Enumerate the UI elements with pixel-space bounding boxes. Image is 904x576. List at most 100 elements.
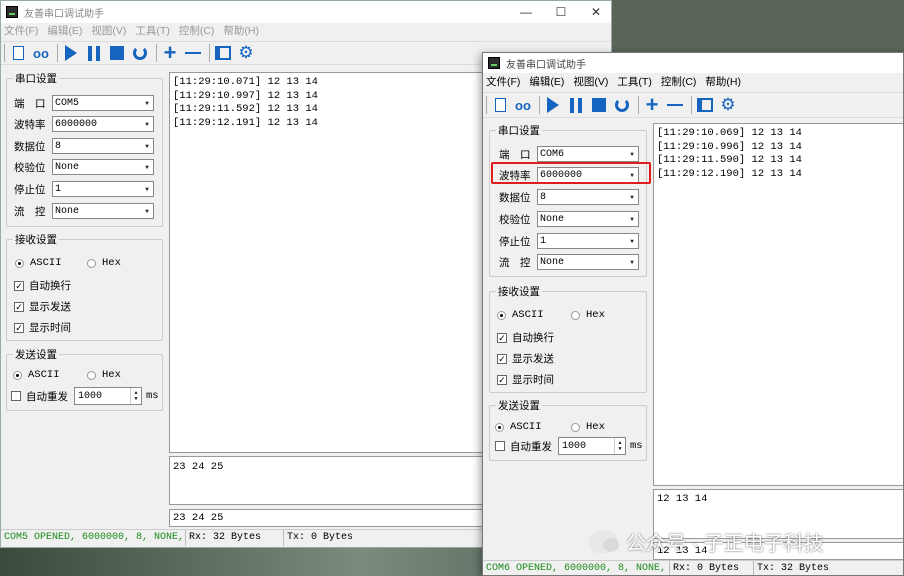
flow-select[interactable]: None ▼ bbox=[537, 254, 639, 270]
pause-button[interactable] bbox=[84, 43, 104, 63]
chevron-down-icon: ▼ bbox=[630, 237, 634, 245]
parity-select[interactable]: None ▼ bbox=[52, 159, 154, 175]
radio-icon bbox=[87, 258, 96, 268]
port-select[interactable]: COM6 ▼ bbox=[537, 146, 639, 162]
new-file-button[interactable] bbox=[8, 43, 28, 63]
menu-view[interactable]: 视图(V) bbox=[91, 23, 126, 40]
recv-hex-radio[interactable]: Hex bbox=[571, 309, 605, 321]
spin-arrows-icon[interactable]: ▲ ▼ bbox=[614, 438, 625, 454]
menu-help[interactable]: 帮助(H) bbox=[705, 74, 741, 91]
menu-tools[interactable]: 工具(T) bbox=[135, 23, 169, 40]
window-icon bbox=[697, 98, 713, 112]
baud-select[interactable]: 6000000 ▼ bbox=[52, 116, 154, 132]
menu-file[interactable]: 文件(F) bbox=[4, 23, 38, 40]
parity-select[interactable]: None ▼ bbox=[537, 211, 639, 227]
databits-select[interactable]: 8 ▼ bbox=[537, 189, 639, 205]
stopbits-select[interactable]: 1 ▼ bbox=[52, 181, 154, 197]
record-button[interactable]: oo bbox=[513, 95, 533, 115]
show-time-checkbox[interactable]: ✓ 显示时间 bbox=[14, 320, 71, 335]
menu-edit[interactable]: 编辑(E) bbox=[47, 23, 82, 40]
start-button[interactable] bbox=[61, 43, 81, 63]
auto-wrap-checkbox[interactable]: ✓ 自动换行 bbox=[497, 330, 554, 345]
recv-ascii-radio[interactable]: ASCII bbox=[15, 257, 62, 269]
send-ascii-radio[interactable]: ASCII bbox=[13, 369, 60, 381]
gear-icon: ⚙ bbox=[238, 43, 254, 62]
maximize-button[interactable]: ☐ bbox=[541, 1, 581, 23]
log-line: [11:29:10.071] 12 13 14 bbox=[173, 76, 318, 88]
send-input[interactable]: 23 24 25 bbox=[169, 509, 489, 527]
stopbits-select[interactable]: 1 ▼ bbox=[537, 233, 639, 249]
start-button[interactable] bbox=[543, 95, 563, 115]
check-icon: ✓ bbox=[497, 353, 507, 364]
auto-resend-checkbox[interactable] bbox=[11, 391, 21, 401]
record-button[interactable]: oo bbox=[31, 43, 51, 63]
show-send-checkbox[interactable]: ✓ 显示发送 bbox=[497, 351, 554, 366]
refresh-button[interactable] bbox=[130, 43, 150, 63]
refresh-button[interactable] bbox=[612, 95, 632, 115]
settings-button[interactable]: ⚙ bbox=[236, 43, 256, 63]
receive-textarea[interactable]: [11:29:10.071] 12 13 14 [11:29:10.997] 1… bbox=[169, 72, 489, 453]
flow-value: None bbox=[55, 205, 80, 217]
window-title: 友善串口调试助手 bbox=[506, 59, 586, 71]
show-send-checkbox[interactable]: ✓ 显示发送 bbox=[14, 299, 71, 314]
checkbox-label: 自动换行 bbox=[29, 280, 71, 292]
add-button[interactable]: + bbox=[160, 42, 180, 64]
flow-select[interactable]: None ▼ bbox=[52, 203, 154, 219]
new-file-button[interactable] bbox=[490, 95, 510, 115]
add-button[interactable]: + bbox=[642, 94, 662, 116]
window-button[interactable] bbox=[695, 95, 715, 115]
spin-arrows-icon[interactable]: ▲ ▼ bbox=[130, 388, 141, 404]
remove-button[interactable] bbox=[183, 43, 203, 63]
send-input-text: 23 24 25 bbox=[173, 512, 224, 524]
receive-textarea[interactable]: [11:29:10.069] 12 13 14 [11:29:10.996] 1… bbox=[653, 123, 903, 486]
radio-label: ASCII bbox=[30, 257, 62, 269]
menu-edit[interactable]: 编辑(E) bbox=[529, 74, 564, 91]
window-button[interactable] bbox=[213, 43, 233, 63]
group-title: 发送设置 bbox=[496, 398, 542, 413]
group-title: 串口设置 bbox=[496, 123, 542, 138]
log-line: [11:29:10.996] 12 13 14 bbox=[657, 140, 802, 153]
radio-label: Hex bbox=[102, 257, 121, 269]
databits-select[interactable]: 8 ▼ bbox=[52, 138, 154, 154]
chevron-down-icon: ▼ bbox=[145, 120, 149, 128]
menu-tools[interactable]: 工具(T) bbox=[617, 74, 651, 91]
status-rx: Rx: 0 Bytes bbox=[670, 561, 754, 575]
chevron-down-icon: ▼ bbox=[145, 185, 149, 193]
send-hex-radio[interactable]: Hex bbox=[571, 421, 605, 433]
port-select[interactable]: COM5 ▼ bbox=[52, 95, 154, 111]
close-button[interactable]: ✕ bbox=[576, 1, 611, 23]
radio-label: ASCII bbox=[512, 309, 544, 321]
stop-button[interactable] bbox=[589, 95, 609, 115]
stopbits-value: 1 bbox=[55, 183, 62, 195]
show-time-checkbox[interactable]: ✓ 显示时间 bbox=[497, 372, 554, 387]
send-hex-radio[interactable]: Hex bbox=[87, 369, 121, 381]
menu-view[interactable]: 视图(V) bbox=[573, 74, 608, 91]
menu-file[interactable]: 文件(F) bbox=[486, 74, 520, 91]
interval-spinbox[interactable]: 1000 ▲ ▼ bbox=[74, 387, 142, 405]
status-state: COM6 OPENED, 6000000, 8, NONE, 1, OFF bbox=[483, 561, 670, 575]
recv-hex-radio[interactable]: Hex bbox=[87, 257, 121, 269]
parity-label: 校验位 bbox=[499, 213, 531, 226]
menu-control[interactable]: 控制(C) bbox=[179, 23, 215, 40]
send-textarea[interactable]: 23 24 25 bbox=[169, 456, 489, 505]
menu-help[interactable]: 帮助(H) bbox=[223, 23, 259, 40]
auto-resend-checkbox[interactable] bbox=[495, 441, 505, 451]
interval-spinbox[interactable]: 1000 ▲ ▼ bbox=[558, 437, 626, 455]
pause-icon bbox=[88, 45, 100, 61]
pause-button[interactable] bbox=[566, 95, 586, 115]
radio-icon bbox=[495, 422, 504, 432]
recv-ascii-radio[interactable]: ASCII bbox=[497, 309, 544, 321]
stop-button[interactable] bbox=[107, 43, 127, 63]
settings-button[interactable]: ⚙ bbox=[718, 95, 738, 115]
auto-wrap-checkbox[interactable]: ✓ 自动换行 bbox=[14, 278, 71, 293]
play-icon bbox=[547, 97, 559, 113]
remove-button[interactable] bbox=[665, 95, 685, 115]
menu-bar: 文件(F) 编辑(E) 视图(V) 工具(T) 控制(C) 帮助(H) bbox=[483, 74, 903, 91]
refresh-icon bbox=[615, 98, 629, 112]
menu-control[interactable]: 控制(C) bbox=[661, 74, 697, 91]
minimize-button[interactable]: — bbox=[506, 1, 546, 23]
refresh-icon bbox=[133, 46, 147, 60]
send-ascii-radio[interactable]: ASCII bbox=[495, 421, 542, 433]
gear-icon: ⚙ bbox=[720, 95, 736, 114]
radio-label: Hex bbox=[586, 309, 605, 321]
